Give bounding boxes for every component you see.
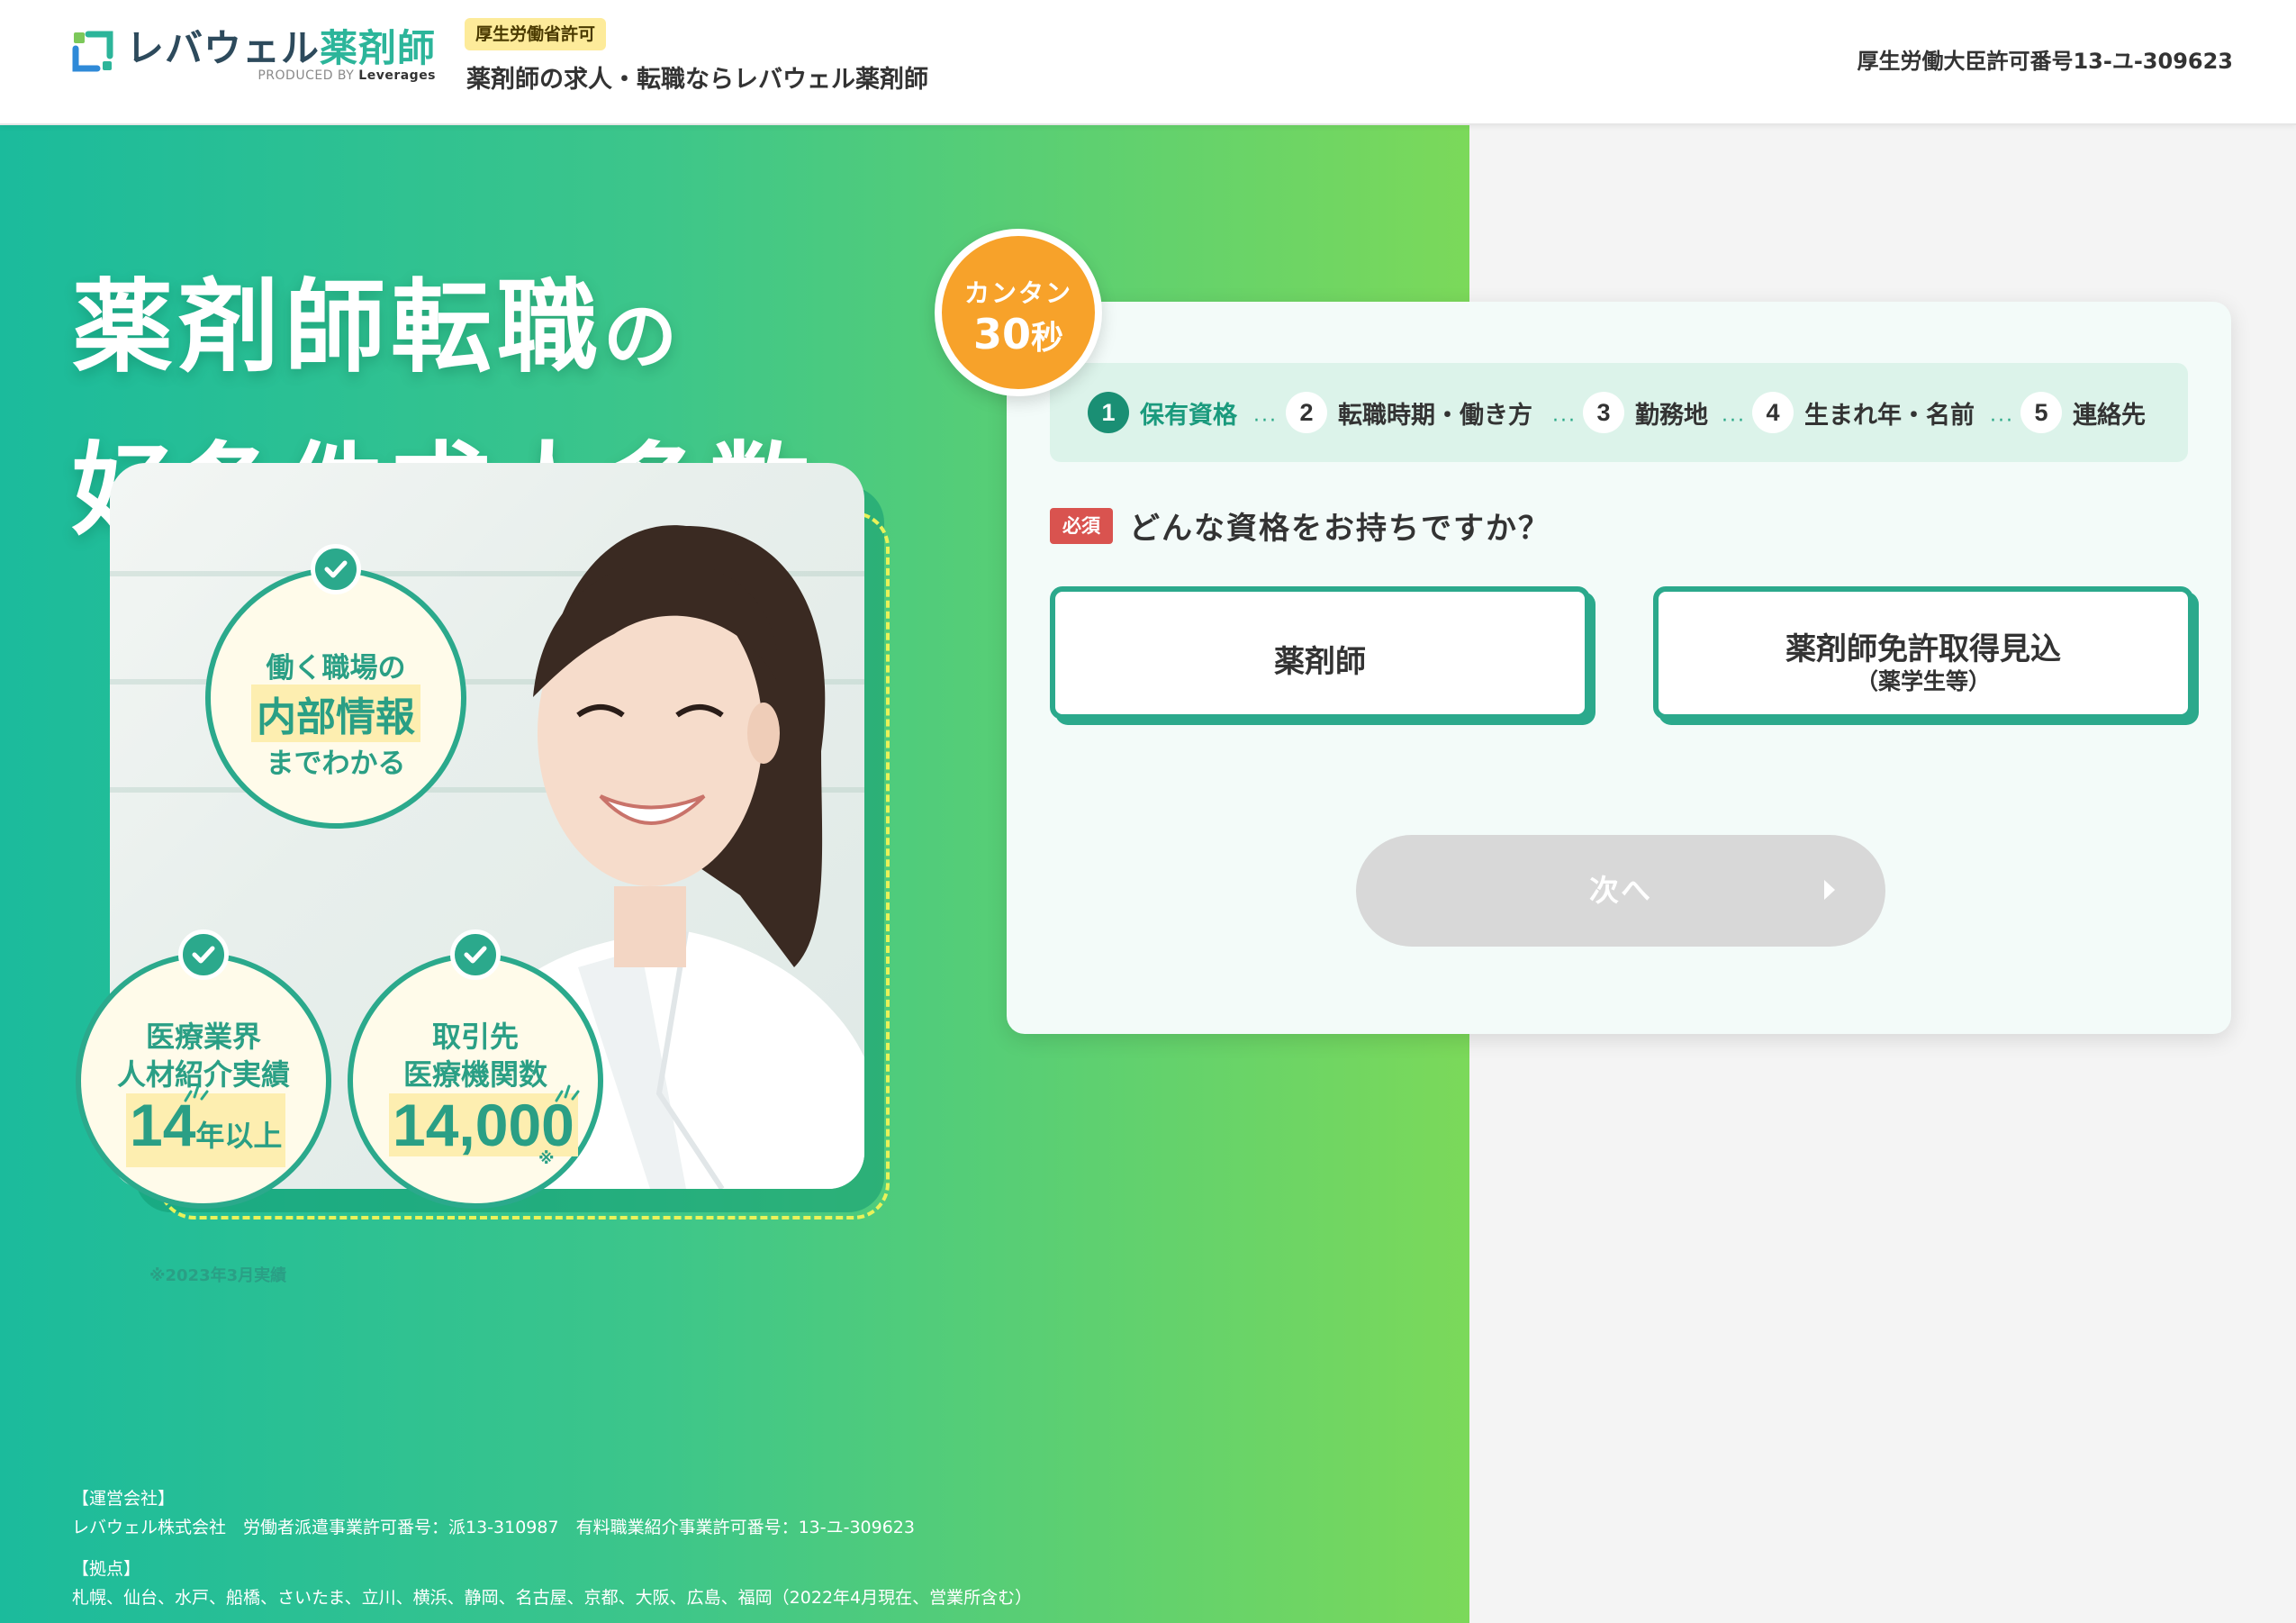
step-separator: ··· bbox=[1722, 410, 1746, 432]
step-3: 3 勤務地 bbox=[1583, 390, 1708, 435]
site-header: レバウェル薬剤師 PRODUCED BY Leverages 厚生労働省許可 薬… bbox=[0, 0, 2296, 125]
bases-heading: 【拠点】 bbox=[72, 1559, 141, 1579]
header-tagline: 薬剤師の求人・転職ならレバウェル薬剤師 bbox=[466, 66, 928, 94]
feature-placement-record: 医療業界 人材紹介実績 14年以上 bbox=[76, 929, 331, 1209]
option-label: 薬剤師免許取得見込 bbox=[1785, 631, 2061, 667]
company-details: レバウェル株式会社 労働者派遣事業許可番号：派13-310987 有料職業紹介事… bbox=[72, 1518, 915, 1537]
option-pharmacist-button[interactable]: 薬剤師 bbox=[1050, 586, 1590, 720]
feature-internal-info: 働く職場の 内部情報 までわかる bbox=[205, 544, 466, 829]
feature-line1: 取引先 bbox=[431, 1020, 519, 1054]
license-number: 厚生労働大臣許可番号13-ユ-309623 bbox=[1857, 49, 2233, 74]
feature-number: 14年以上 bbox=[126, 1093, 286, 1167]
question-text: どんな資格をお持ちですか？ bbox=[1129, 511, 1550, 547]
step-2: 2 転職時期・働き方 bbox=[1286, 390, 1532, 435]
check-icon bbox=[311, 544, 361, 594]
ministry-permit-badge: 厚生労働省許可 bbox=[465, 18, 607, 50]
feature-line3: までわかる bbox=[266, 748, 406, 780]
feature-number: 14,000 bbox=[389, 1093, 578, 1156]
next-button[interactable]: 次へ bbox=[1356, 835, 1885, 947]
sparkle-icon bbox=[184, 1084, 209, 1102]
check-icon bbox=[450, 929, 501, 980]
bases-list: 札幌、仙台、水戸、船橋、さいたま、立川、横浜、静岡、名古屋、京都、大阪、広島、福… bbox=[72, 1588, 1033, 1608]
registration-form-card: 1 保有資格 ··· 2 転職時期・働き方 ··· 3 勤務地 ··· 4 生まれ年・名… bbox=[1007, 302, 2231, 1034]
option-license-expected-button[interactable]: 薬剤師免許取得見込 （薬学生等） bbox=[1653, 586, 2193, 720]
quick-30sec-badge: カンタン 30秒 bbox=[935, 229, 1102, 396]
option-sublabel: （薬学生等） bbox=[1855, 668, 1991, 694]
step-separator: ··· bbox=[1253, 410, 1278, 432]
hero-title-line1: 薬剤師転職 bbox=[72, 269, 603, 386]
option-label: 薬剤師 bbox=[1274, 644, 1366, 680]
feature-footnote-mark: ※ bbox=[538, 1149, 555, 1168]
photo-footnote: ※2023年3月実績 bbox=[149, 1266, 287, 1285]
check-icon bbox=[178, 929, 229, 980]
step-separator: ··· bbox=[1552, 410, 1577, 432]
logo-mark-icon bbox=[70, 29, 115, 74]
sparkle-icon bbox=[555, 1084, 580, 1102]
feature-line1: 働く職場の bbox=[266, 652, 406, 685]
step-5: 5 連絡先 bbox=[2020, 390, 2146, 435]
feature-partner-facilities: 取引先 医療機関数 14,000 ※ bbox=[348, 929, 603, 1209]
hero-title-particle: の bbox=[603, 295, 683, 380]
required-badge: 必須 bbox=[1050, 507, 1113, 544]
logo-text: レバウェル薬剤師 bbox=[126, 26, 437, 70]
question-row: 必須 どんな資格をお持ちですか？ bbox=[1050, 503, 1550, 548]
step-1: 1 保有資格 bbox=[1088, 390, 1237, 435]
step-indicator: 1 保有資格 ··· 2 転職時期・働き方 ··· 3 勤務地 ··· 4 生まれ年・名… bbox=[1050, 363, 2188, 462]
feature-highlight: 内部情報 bbox=[251, 685, 420, 742]
feature-line1: 医療業界 bbox=[145, 1020, 261, 1054]
company-heading: 【運営会社】 bbox=[72, 1489, 176, 1509]
chevron-right-icon bbox=[1824, 880, 1835, 900]
company-info: 【運営会社】 レバウェル株式会社 労働者派遣事業許可番号：派13-310987 … bbox=[72, 1484, 1032, 1612]
brand-logo[interactable]: レバウェル薬剤師 PRODUCED BY Leverages bbox=[70, 25, 436, 92]
step-separator: ··· bbox=[1990, 410, 2014, 432]
logo-subtitle: PRODUCED BY Leverages bbox=[258, 68, 437, 83]
step-4: 4 生まれ年・名前 bbox=[1752, 390, 1975, 435]
